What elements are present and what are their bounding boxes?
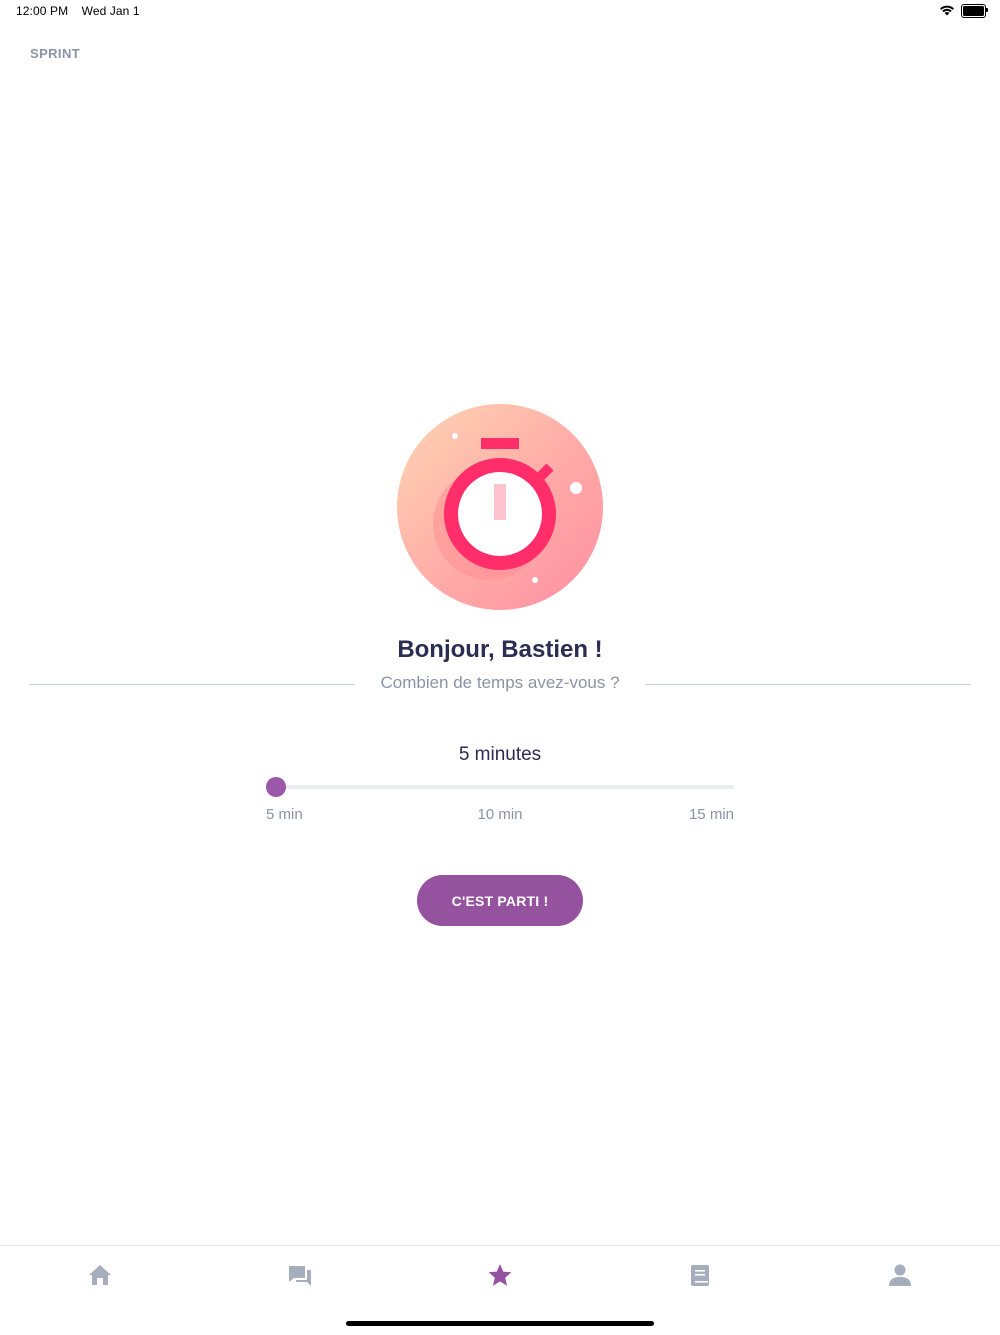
battery-icon	[961, 4, 988, 18]
home-icon	[89, 1265, 111, 1285]
greeting-heading: Bonjour, Bastien !	[397, 636, 603, 663]
duration-slider[interactable]	[266, 776, 734, 798]
chat-icon	[289, 1266, 311, 1286]
slider-min-label: 5 min	[266, 806, 303, 823]
star-icon	[488, 1264, 512, 1286]
slider-track[interactable]	[266, 785, 734, 789]
tab-library[interactable]	[680, 1260, 720, 1290]
divider-right	[646, 684, 970, 685]
page-title: SPRINT	[30, 46, 81, 61]
stopwatch-illustration	[397, 404, 603, 610]
slider-thumb[interactable]	[266, 777, 286, 797]
status-date: Wed Jan 1	[81, 4, 140, 18]
tab-favorites[interactable]	[480, 1260, 520, 1290]
tab-profile[interactable]	[880, 1260, 920, 1290]
duration-question: Combien de temps avez-vous ?	[380, 673, 620, 692]
slider-mid-label: 10 min	[477, 806, 523, 823]
status-bar: 12:00 PM Wed Jan 1	[0, 0, 1000, 24]
status-time-date: 12:00 PM Wed Jan 1	[16, 4, 150, 18]
profile-icon	[889, 1264, 911, 1286]
tab-chat[interactable]	[280, 1260, 320, 1290]
status-time: 12:00 PM	[16, 4, 69, 18]
book-icon	[691, 1265, 709, 1286]
slider-max-label: 15 min	[688, 806, 734, 823]
tab-home[interactable]	[80, 1260, 120, 1290]
selected-duration: 5 minutes	[458, 744, 542, 765]
wifi-icon	[939, 4, 955, 16]
slider-labels: 5 min 10 min 15 min	[266, 806, 734, 826]
start-button[interactable]: C'EST PARTI !	[417, 875, 583, 926]
status-indicators	[939, 4, 988, 18]
home-indicator	[346, 1321, 654, 1326]
question-divider: Combien de temps avez-vous ?	[30, 673, 970, 695]
